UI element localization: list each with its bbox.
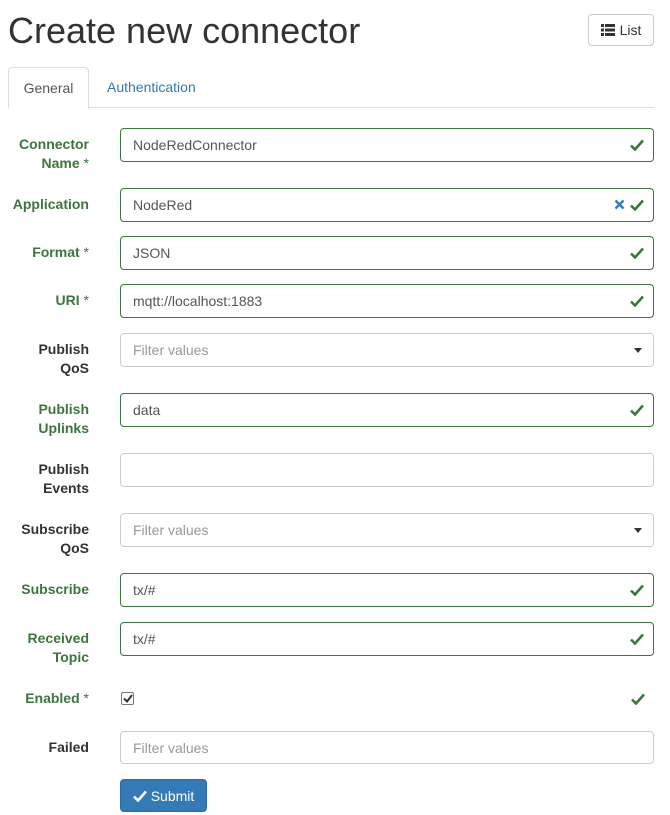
tab-general[interactable]: General bbox=[8, 67, 89, 109]
valid-check-icon bbox=[630, 584, 644, 596]
application-select[interactable]: NodeRed bbox=[120, 188, 654, 222]
publish-uplinks-label: Publish Uplinks bbox=[38, 401, 89, 436]
chevron-down-icon[interactable] bbox=[634, 348, 642, 353]
submit-button[interactable]: Submit bbox=[120, 779, 207, 812]
valid-check-icon bbox=[630, 295, 644, 307]
enabled-row: Enabled * bbox=[0, 688, 670, 710]
valid-check-icon bbox=[630, 633, 644, 645]
clear-x-icon[interactable] bbox=[614, 199, 625, 210]
uri-row: URI * mqtt://localhost:1883 bbox=[0, 284, 670, 318]
publish-events-row: Publish Events bbox=[0, 453, 670, 496]
uri-label: URI * bbox=[55, 292, 89, 308]
subscribe-row: Subscribe tx/# bbox=[0, 573, 670, 607]
format-input[interactable]: JSON bbox=[120, 236, 654, 270]
enabled-label: Enabled * bbox=[25, 690, 89, 706]
tab-authentication[interactable]: Authentication bbox=[93, 67, 210, 108]
received-topic-label: Received Topic bbox=[27, 630, 89, 665]
valid-check-icon bbox=[630, 199, 644, 211]
checkmark-icon bbox=[122, 694, 133, 703]
list-icon bbox=[600, 24, 615, 36]
valid-check-icon bbox=[631, 693, 645, 705]
subscribe-qos-label: Subscribe QoS bbox=[21, 521, 89, 556]
subscribe-qos-row: Subscribe QoS Filter values bbox=[0, 513, 670, 556]
received-topic-row: Received Topic tx/# bbox=[0, 622, 670, 665]
application-row: Application NodeRed bbox=[0, 188, 670, 222]
list-button[interactable]: List bbox=[588, 14, 654, 46]
failed-input[interactable]: Filter values bbox=[120, 731, 654, 764]
received-topic-input[interactable]: tx/# bbox=[120, 622, 654, 656]
connector-name-input[interactable]: NodeRedConnector bbox=[120, 128, 654, 162]
subscribe-label: Subscribe bbox=[21, 581, 89, 597]
check-icon bbox=[132, 790, 147, 802]
valid-check-icon bbox=[630, 139, 644, 151]
tab-bar: General Authentication bbox=[8, 67, 654, 109]
publish-qos-label: Publish QoS bbox=[38, 341, 89, 376]
valid-check-icon bbox=[630, 247, 644, 259]
page-title: Create new connector bbox=[8, 10, 361, 51]
publish-qos-select[interactable]: Filter values bbox=[120, 333, 654, 367]
failed-label: Failed bbox=[48, 739, 89, 755]
chevron-down-icon[interactable] bbox=[634, 528, 642, 533]
valid-check-icon bbox=[630, 404, 644, 416]
submit-button-label: Submit bbox=[150, 787, 195, 804]
failed-row: Failed Filter values bbox=[0, 731, 670, 765]
application-label: Application bbox=[12, 196, 89, 212]
enabled-checkbox[interactable] bbox=[121, 692, 134, 705]
subscribe-qos-select[interactable]: Filter values bbox=[120, 513, 654, 547]
publish-qos-row: Publish QoS Filter values bbox=[0, 333, 670, 376]
uri-input[interactable]: mqtt://localhost:1883 bbox=[120, 284, 654, 318]
format-row: Format * JSON bbox=[0, 236, 670, 270]
publish-events-label: Publish Events bbox=[38, 461, 89, 496]
connector-name-label: Connector Name * bbox=[19, 136, 89, 171]
publish-events-input[interactable] bbox=[120, 453, 654, 487]
format-label: Format * bbox=[32, 244, 89, 260]
subscribe-input[interactable]: tx/# bbox=[120, 573, 654, 607]
connector-name-row: Connector Name * NodeRedConnector bbox=[0, 128, 670, 171]
publish-uplinks-input[interactable]: data bbox=[120, 393, 654, 427]
list-button-label: List bbox=[619, 22, 642, 38]
publish-uplinks-row: Publish Uplinks data bbox=[0, 393, 670, 436]
